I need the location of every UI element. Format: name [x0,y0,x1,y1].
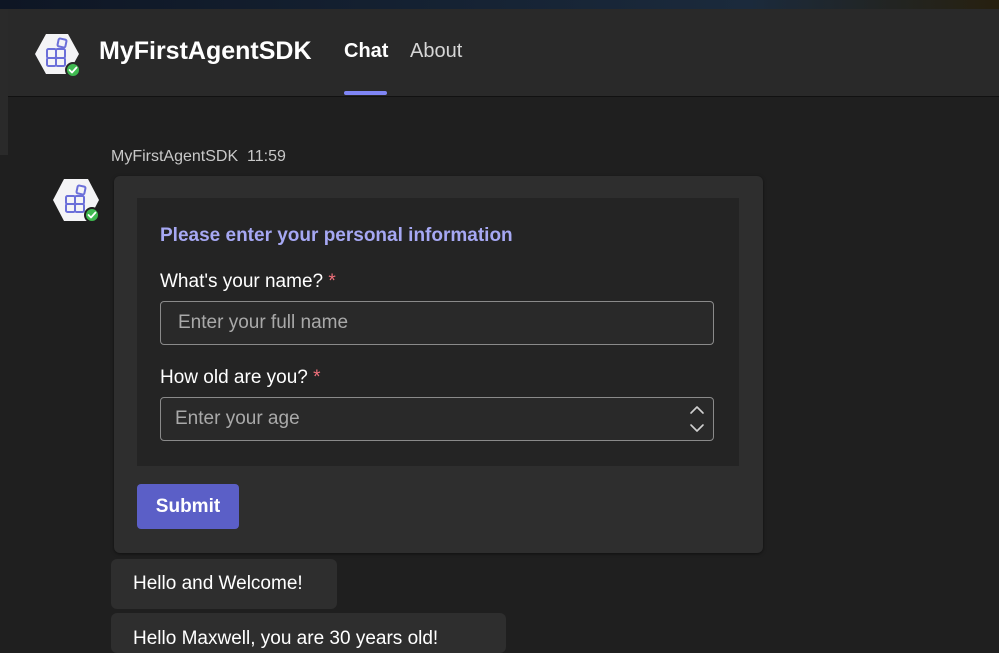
chat-message: Hello Maxwell, you are 30 years old! [111,613,506,653]
submit-button[interactable]: Submit [137,484,239,529]
chevron-down-icon[interactable] [690,424,704,432]
chevron-up-icon[interactable] [690,406,704,414]
presence-available-icon [65,62,80,77]
name-label: What's your name? * [160,271,336,293]
name-input[interactable] [160,301,714,345]
number-stepper[interactable] [686,401,708,437]
message-time: 11:59 [247,148,286,165]
age-label: How old are you? * [160,367,321,389]
active-tab-indicator [344,91,387,95]
chat-message: Hello and Welcome! [111,559,337,609]
left-rail-edge [0,9,8,155]
app-header: MyFirstAgentSDK Chat About [8,9,999,97]
age-label-text: How old are you? [160,367,308,388]
name-label-text: What's your name? [160,271,324,292]
agent-app-icon[interactable] [34,31,80,77]
required-marker: * [313,367,321,388]
message-meta: MyFirstAgentSDK 11:59 [111,148,286,166]
bot-avatar[interactable] [52,177,100,223]
tab-about[interactable]: About [410,40,462,63]
app-title: MyFirstAgentSDK [99,37,312,65]
form-title: Please enter your personal information [160,225,513,246]
tab-chat[interactable]: Chat [344,40,388,63]
age-input[interactable] [160,397,714,441]
window-top-strip [0,0,999,9]
required-marker: * [328,271,336,292]
form-container: Please enter your personal information W… [137,198,739,466]
presence-available-icon [84,207,100,223]
adaptive-card: Please enter your personal information W… [114,176,763,553]
message-sender: MyFirstAgentSDK [111,148,239,165]
